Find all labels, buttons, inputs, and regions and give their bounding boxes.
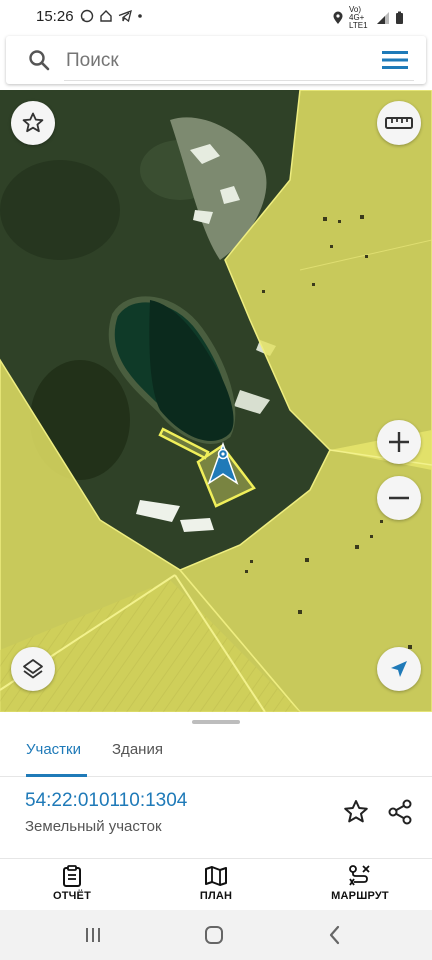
my-location-button[interactable] xyxy=(377,647,421,691)
active-tab-indicator xyxy=(26,774,87,777)
parcel-type-label: Земельный участок xyxy=(25,818,162,835)
route-icon xyxy=(349,865,370,886)
location-icon xyxy=(333,11,343,24)
network-label: Vo) 4G+ LTE1 xyxy=(349,5,368,30)
dot-icon xyxy=(137,14,142,18)
zoom-in-button[interactable] xyxy=(377,420,421,464)
ruler-icon xyxy=(385,117,413,129)
share-icon[interactable] xyxy=(386,798,414,826)
navigation-arrow-icon xyxy=(391,661,407,677)
plus-icon xyxy=(389,432,409,452)
search-icon[interactable] xyxy=(28,49,50,71)
whatsapp-icon xyxy=(80,9,93,23)
minus-icon xyxy=(389,496,409,500)
layers-button[interactable] xyxy=(11,647,55,691)
route-button[interactable]: МАРШРУТ xyxy=(310,863,410,902)
search-bar xyxy=(6,36,426,84)
map-icon xyxy=(205,866,227,886)
report-label: ОТЧЁТ xyxy=(52,890,92,902)
satellite-map xyxy=(0,90,432,712)
favorites-button[interactable] xyxy=(11,101,55,145)
home-button-icon[interactable] xyxy=(203,924,225,946)
ruler-button[interactable] xyxy=(377,101,421,145)
layers-icon xyxy=(23,659,43,679)
drag-handle[interactable] xyxy=(192,720,240,724)
notification-icons xyxy=(80,9,143,23)
status-bar: 15:26 Vo) 4G+ LTE1 xyxy=(0,0,432,32)
search-underline xyxy=(64,80,414,81)
back-icon[interactable] xyxy=(325,924,345,946)
status-time: 15:26 xyxy=(36,7,74,25)
zoom-out-button[interactable] xyxy=(377,476,421,520)
favorite-star-icon[interactable] xyxy=(342,798,370,826)
telegram-icon xyxy=(118,9,132,23)
system-nav-bar xyxy=(0,910,432,960)
bottom-nav: ОТЧЁТ ПЛАН МАРШРУТ xyxy=(0,858,432,911)
home-icon xyxy=(99,10,112,22)
recent-apps-icon[interactable] xyxy=(82,925,104,945)
map-view[interactable] xyxy=(0,90,432,712)
tab-parcels[interactable]: Участки xyxy=(26,741,81,758)
tab-buildings[interactable]: Здания xyxy=(112,741,163,758)
plan-button[interactable]: ПЛАН xyxy=(166,863,266,902)
signal-icon xyxy=(377,12,389,24)
panel-tabs: Участки Здания xyxy=(0,728,432,777)
search-input[interactable] xyxy=(64,48,358,74)
system-status-icons: Vo) 4G+ LTE1 xyxy=(332,6,404,30)
plan-label: ПЛАН xyxy=(199,890,233,902)
route-label: МАРШРУТ xyxy=(331,890,389,902)
report-button[interactable]: ОТЧЁТ xyxy=(22,863,122,902)
clipboard-icon xyxy=(63,865,81,887)
menu-icon[interactable] xyxy=(382,50,408,70)
star-outline-icon xyxy=(22,112,44,133)
cadastral-number-link[interactable]: 54:22:010110:1304 xyxy=(25,790,187,812)
battery-icon xyxy=(396,11,403,24)
